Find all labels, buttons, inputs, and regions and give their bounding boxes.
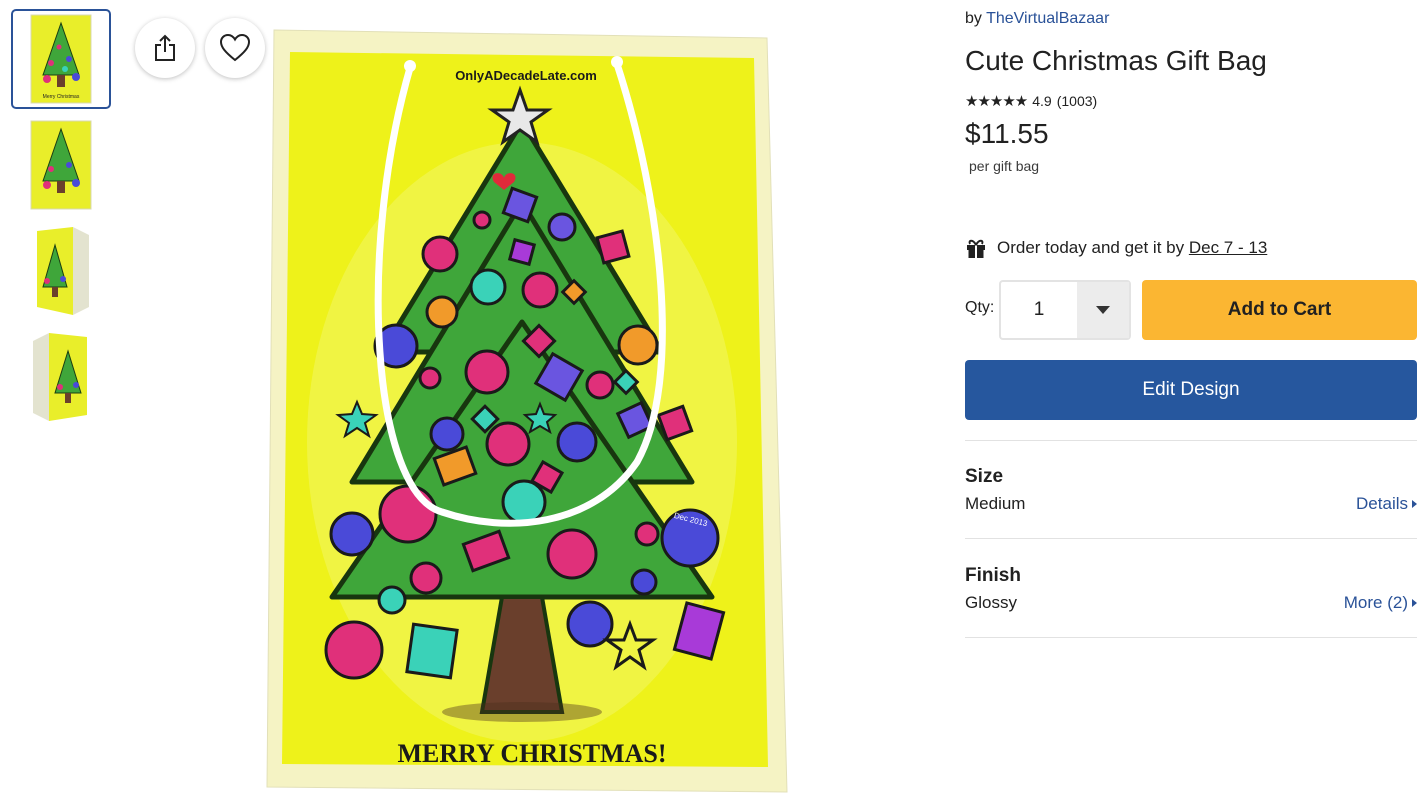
thumbnail-image: Merry Christmas (30, 14, 92, 104)
byline-prefix: by (965, 10, 982, 27)
heart-icon (219, 33, 251, 62)
divider (965, 538, 1417, 539)
thumbnail-angle-left[interactable] (11, 221, 111, 321)
finish-more-link[interactable]: More (2) (1344, 593, 1417, 613)
qty-label: Qty: (965, 299, 995, 316)
qty-select[interactable]: 1 (999, 280, 1131, 340)
seller-byline: by TheVirtualBazaar (965, 10, 1109, 28)
gift-icon (967, 239, 985, 258)
svg-text:Merry Christmas: Merry Christmas (43, 94, 80, 100)
edit-design-button[interactable]: Edit Design (965, 360, 1417, 420)
add-to-cart-button[interactable]: Add to Cart (1142, 280, 1417, 340)
bag-greeting: MERRY CHRISTMAS! (398, 739, 667, 768)
thumbnail-flat[interactable] (11, 115, 111, 215)
thumbnail-list: Merry Christmas (11, 9, 115, 433)
divider (965, 440, 1417, 441)
size-option-title: Size (965, 466, 1004, 487)
size-details-label: Details (1356, 494, 1408, 513)
seller-link[interactable]: TheVirtualBazaar (986, 10, 1109, 27)
bag-site-text: OnlyADecadeLate.com (455, 68, 597, 83)
rating-summary[interactable]: ★★★★★ 4.9 (1003) (965, 92, 1097, 110)
thumbnail-angle-right[interactable] (11, 327, 111, 427)
rating-value: 4.9 (1032, 93, 1052, 109)
qty-dropdown-toggle[interactable] (1077, 282, 1129, 338)
caret-right-icon (1412, 599, 1417, 607)
favorite-button[interactable] (205, 18, 265, 78)
price-unit: per gift bag (969, 158, 1040, 174)
divider (965, 637, 1417, 638)
size-option-value: Medium (965, 494, 1026, 513)
share-icon (155, 34, 175, 61)
caret-right-icon (1412, 500, 1417, 508)
product-price: $11.55 (965, 118, 1049, 149)
finish-option-title: Finish (965, 565, 1021, 586)
finish-option-value: Glossy (965, 593, 1017, 612)
thumbnail-image (30, 120, 92, 210)
delivery-text: Order today and get it by (997, 238, 1185, 257)
review-count: (1003) (1056, 93, 1098, 109)
thumbnail-image (37, 227, 89, 315)
chevron-down-icon (1096, 306, 1110, 314)
qty-value: 1 (1033, 299, 1045, 320)
star-rating-icon: ★★★★★ (965, 93, 1028, 110)
delivery-dates-link[interactable]: Dec 7 - 13 (1189, 238, 1267, 257)
finish-more-label: More (2) (1343, 593, 1408, 612)
share-button[interactable] (135, 18, 195, 78)
product-image: OnlyADecadeLate.com Dec 2013 MERRY CHRIS… (262, 22, 792, 797)
thumbnail-image (33, 333, 87, 421)
size-details-link[interactable]: Details (1356, 494, 1417, 514)
thumbnail-front[interactable]: Merry Christmas (11, 9, 111, 109)
product-title: Cute Christmas Gift Bag (965, 45, 1267, 76)
delivery-estimate: Order today and get it by Dec 7 - 13 (965, 237, 1267, 259)
